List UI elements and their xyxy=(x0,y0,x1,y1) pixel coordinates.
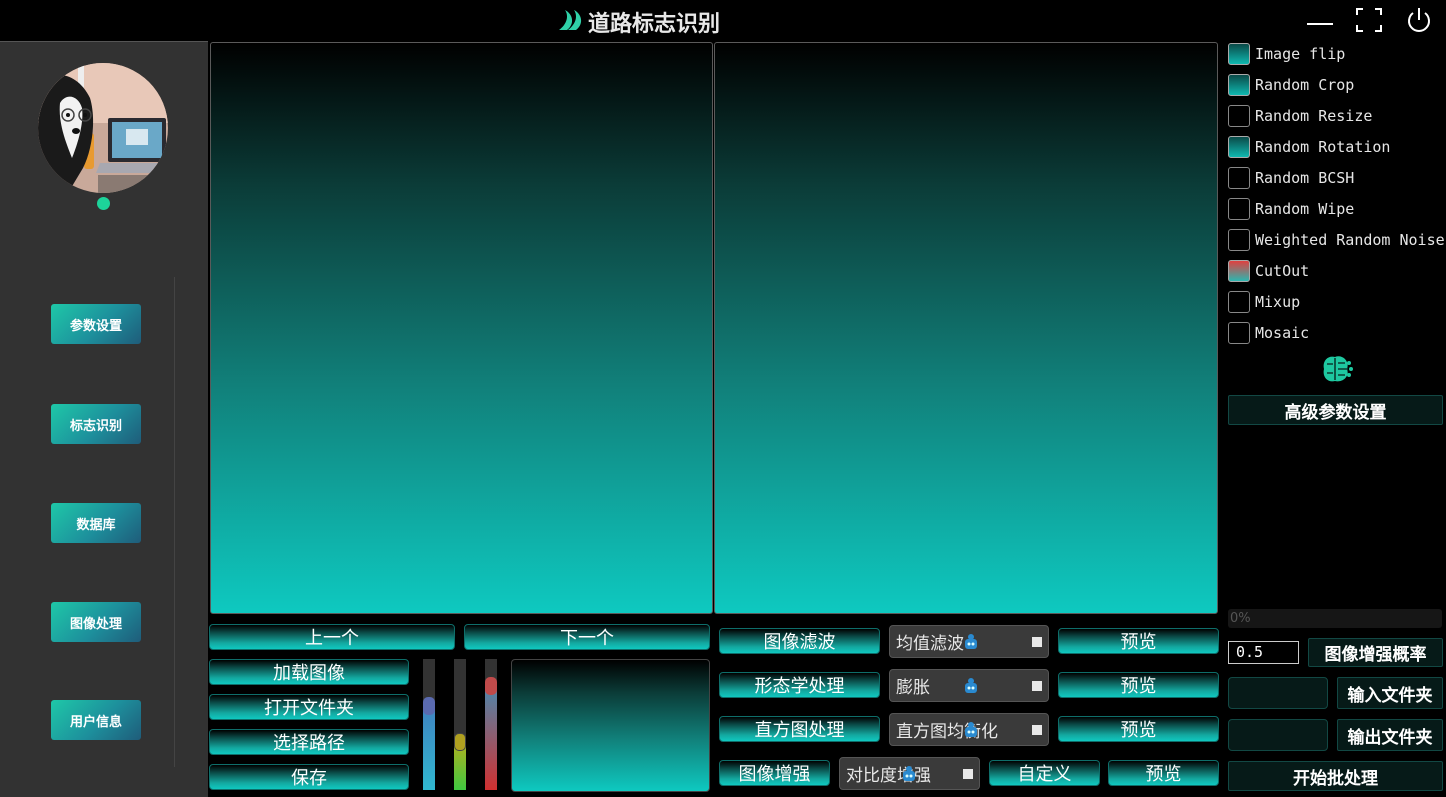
checkbox[interactable] xyxy=(1228,229,1250,251)
augment-probability-label: 图像增强概率 xyxy=(1308,638,1443,667)
app-logo-icon xyxy=(559,10,582,30)
checkbox[interactable] xyxy=(1228,291,1250,313)
filter-type-select[interactable]: 均值滤波 xyxy=(889,625,1049,658)
checkbox-label: Random Rotation xyxy=(1255,138,1391,156)
title-bar: 道路标志识别 xyxy=(0,0,1446,41)
checkbox-label: CutOut xyxy=(1255,262,1310,280)
checkbox-label: Random Wipe xyxy=(1255,200,1355,218)
start-batch-button[interactable]: 开始批处理 xyxy=(1228,761,1443,791)
image-enhance-button[interactable]: 图像增强 xyxy=(719,760,830,786)
app-title: 道路标志识别 xyxy=(588,12,721,37)
previous-button[interactable]: 上一个 xyxy=(209,624,455,650)
aug-mosaic[interactable]: Mosaic xyxy=(1228,321,1309,345)
checkbox-label: Image flip xyxy=(1255,45,1346,63)
aug-random-resize[interactable]: Random Resize xyxy=(1228,104,1372,128)
fullscreen-icon[interactable] xyxy=(1354,6,1384,34)
checkbox-label: Weighted Random Noise xyxy=(1255,231,1445,249)
input-folder-field[interactable] xyxy=(1228,677,1328,709)
dropdown-indicator xyxy=(1032,681,1042,691)
advanced-settings-button[interactable]: 高级参数设置 xyxy=(1228,395,1443,425)
sidebar-divider xyxy=(174,277,175,767)
morphology-button[interactable]: 形态学处理 xyxy=(719,672,880,698)
histogram-type-select[interactable]: 直方图均衡化 xyxy=(889,713,1049,746)
nav-user-info[interactable]: 用户信息 xyxy=(51,700,141,740)
open-folder-button[interactable]: 打开文件夹 xyxy=(209,694,409,720)
checkbox-label: Mosaic xyxy=(1255,324,1310,342)
histogram-button[interactable]: 直方图处理 xyxy=(719,716,880,742)
checkbox-label: Random Crop xyxy=(1255,76,1355,94)
filter-type-value: 均值滤波 xyxy=(896,634,964,654)
brain-icon xyxy=(1323,356,1353,382)
histogram-preview-button[interactable]: 预览 xyxy=(1058,716,1219,742)
histogram-type-value: 直方图均衡化 xyxy=(896,722,998,742)
robot-icon xyxy=(965,634,977,649)
dropdown-indicator xyxy=(963,769,973,779)
checkbox[interactable] xyxy=(1228,136,1250,158)
enhance-preview-button[interactable]: 预览 xyxy=(1108,760,1219,786)
processed-image-panel xyxy=(714,42,1218,614)
checkbox[interactable] xyxy=(1228,198,1250,220)
checkbox-label: Mixup xyxy=(1255,293,1301,311)
output-folder-field[interactable] xyxy=(1228,719,1328,751)
thumbnail-preview xyxy=(511,659,710,792)
select-path-button[interactable]: 选择路径 xyxy=(209,729,409,755)
input-folder-button[interactable]: 输入文件夹 xyxy=(1337,677,1443,709)
blue-channel-slider[interactable] xyxy=(423,659,435,790)
nav-database[interactable]: 数据库 xyxy=(51,503,141,543)
red-channel-slider[interactable] xyxy=(485,659,497,790)
checkbox-label: Random Resize xyxy=(1255,107,1373,125)
augment-probability-input[interactable]: 0.5 xyxy=(1228,641,1299,664)
aug-image-flip[interactable]: Image flip xyxy=(1228,42,1345,66)
morphology-type-value: 膨胀 xyxy=(896,678,930,698)
load-image-button[interactable]: 加载图像 xyxy=(209,659,409,685)
checkbox-label: Random BCSH xyxy=(1255,169,1355,187)
aug-random-crop[interactable]: Random Crop xyxy=(1228,73,1354,97)
aug-random-rotation[interactable]: Random Rotation xyxy=(1228,135,1390,159)
next-button[interactable]: 下一个 xyxy=(464,624,710,650)
enhance-type-select[interactable]: 对比度增强 xyxy=(839,757,980,790)
minimize-icon[interactable] xyxy=(1305,6,1335,34)
enhance-type-value: 对比度增强 xyxy=(846,766,931,786)
custom-enhance-button[interactable]: 自定义 xyxy=(989,760,1100,786)
green-channel-slider[interactable] xyxy=(454,659,466,790)
nav-image-processing[interactable]: 图像处理 xyxy=(51,602,141,642)
checkbox[interactable] xyxy=(1228,167,1250,189)
robot-icon xyxy=(903,766,915,781)
checkbox[interactable] xyxy=(1228,322,1250,344)
checkbox[interactable] xyxy=(1228,260,1250,282)
aug-mixup[interactable]: Mixup xyxy=(1228,290,1300,314)
dropdown-indicator xyxy=(1032,725,1042,735)
original-image-panel xyxy=(210,42,713,614)
aug-random-bcsh[interactable]: Random BCSH xyxy=(1228,166,1354,190)
aug-random-wipe[interactable]: Random Wipe xyxy=(1228,197,1354,221)
avatar[interactable] xyxy=(38,63,168,193)
robot-icon xyxy=(965,722,977,737)
output-folder-button[interactable]: 输出文件夹 xyxy=(1337,719,1443,751)
checkbox[interactable] xyxy=(1228,105,1250,127)
aug-weighted-random-noise[interactable]: Weighted Random Noise xyxy=(1228,228,1445,252)
nav-parameter-settings[interactable]: 参数设置 xyxy=(51,304,141,344)
batch-progress-bar: 0% xyxy=(1228,609,1442,628)
online-status-indicator xyxy=(97,197,110,210)
sidebar: 参数设置 标志识别 数据库 图像处理 用户信息 xyxy=(0,41,208,797)
morphology-preview-button[interactable]: 预览 xyxy=(1058,672,1219,698)
save-button[interactable]: 保存 xyxy=(209,764,409,790)
checkbox[interactable] xyxy=(1228,74,1250,96)
filter-preview-button[interactable]: 预览 xyxy=(1058,628,1219,654)
nav-sign-recognition[interactable]: 标志识别 xyxy=(51,404,141,444)
power-icon[interactable] xyxy=(1404,6,1434,34)
checkbox[interactable] xyxy=(1228,43,1250,65)
aug-cutout[interactable]: CutOut xyxy=(1228,259,1309,283)
image-filter-button[interactable]: 图像滤波 xyxy=(719,628,880,654)
morphology-type-select[interactable]: 膨胀 xyxy=(889,669,1049,702)
robot-icon xyxy=(965,678,977,693)
dropdown-indicator xyxy=(1032,637,1042,647)
